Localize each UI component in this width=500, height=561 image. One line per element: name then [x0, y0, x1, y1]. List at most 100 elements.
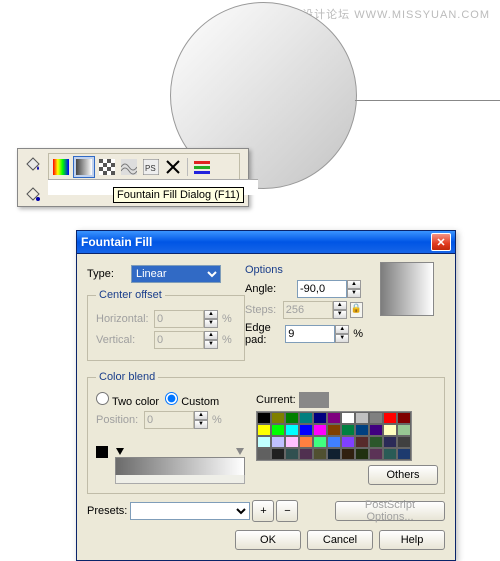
palette-swatch[interactable] — [383, 424, 397, 436]
palette-swatch[interactable] — [257, 448, 271, 460]
palette-swatch[interactable] — [285, 424, 299, 436]
position-spin — [144, 411, 194, 429]
svg-text:PS: PS — [145, 164, 156, 173]
color-blend-legend: Color blend — [96, 371, 158, 383]
fill-type-strip: PS — [48, 153, 240, 181]
texture-fill-icon[interactable] — [119, 157, 139, 177]
titlebar[interactable]: Fountain Fill ✕ — [77, 231, 455, 254]
vertical-label: Vertical: — [96, 334, 154, 346]
two-color-radio[interactable] — [96, 392, 109, 405]
fountain-fill-dialog: Fountain Fill ✕ Type: Linear Center offs… — [76, 230, 456, 561]
palette-swatch[interactable] — [271, 436, 285, 448]
palette-swatch[interactable] — [355, 448, 369, 460]
edgepad-spin[interactable] — [285, 325, 335, 343]
canvas-guide-line — [355, 100, 500, 101]
palette-swatch[interactable] — [397, 448, 411, 460]
horizontal-spin — [154, 310, 204, 328]
palette-swatch[interactable] — [327, 412, 341, 424]
palette-swatch[interactable] — [257, 436, 271, 448]
preset-remove-button[interactable]: − — [276, 500, 298, 522]
horizontal-label: Horizontal: — [96, 313, 154, 325]
palette-swatch[interactable] — [271, 412, 285, 424]
ok-button[interactable]: OK — [235, 530, 301, 550]
palette-swatch[interactable] — [299, 412, 313, 424]
angle-spin[interactable] — [297, 280, 347, 298]
palette-swatch[interactable] — [369, 424, 383, 436]
palette-swatch[interactable] — [313, 412, 327, 424]
palette-swatch[interactable] — [327, 436, 341, 448]
preset-add-button[interactable]: + — [252, 500, 274, 522]
palette-swatch[interactable] — [341, 412, 355, 424]
no-fill-icon[interactable] — [163, 157, 183, 177]
spin-buttons: ▲▼ — [204, 310, 218, 328]
palette-swatch[interactable] — [341, 448, 355, 460]
palette-swatch[interactable] — [299, 424, 313, 436]
palette-swatch[interactable] — [285, 448, 299, 460]
custom-radio-label[interactable]: Custom — [165, 392, 219, 408]
palette-swatch[interactable] — [257, 412, 271, 424]
palette-swatch[interactable] — [313, 424, 327, 436]
color-blend-group: Color blend Two color Custom Position: ▲… — [87, 371, 445, 494]
presets-combo[interactable] — [130, 502, 250, 520]
palette-swatch[interactable] — [257, 424, 271, 436]
palette-swatch[interactable] — [327, 448, 341, 460]
palette-swatch[interactable] — [313, 436, 327, 448]
palette-swatch[interactable] — [355, 436, 369, 448]
node-color-swatch[interactable] — [96, 446, 108, 458]
others-button[interactable]: Others — [368, 465, 438, 485]
palette-swatch[interactable] — [397, 424, 411, 436]
bucket-fill-icon[interactable] — [24, 155, 42, 173]
close-icon[interactable]: ✕ — [431, 233, 451, 251]
steps-spin — [283, 301, 333, 319]
gradient-ramp[interactable] — [115, 457, 245, 477]
palette-swatch[interactable] — [299, 436, 313, 448]
bucket-outline-icon[interactable] — [24, 185, 42, 203]
palette-swatch[interactable] — [285, 436, 299, 448]
postscript-fill-icon[interactable]: PS — [141, 157, 161, 177]
palette-swatch[interactable] — [383, 412, 397, 424]
center-offset-legend: Center offset — [96, 289, 165, 301]
postscript-options-button: PostScript Options... — [335, 501, 445, 521]
palette-swatch[interactable] — [383, 448, 397, 460]
palette-swatch[interactable] — [383, 436, 397, 448]
center-offset-group: Center offset Horizontal: ▲▼ % Vertical:… — [87, 289, 245, 361]
color-palette[interactable] — [256, 411, 412, 461]
current-label: Current: — [256, 394, 296, 406]
palette-swatch[interactable] — [327, 424, 341, 436]
edgepad-label: Edge pad: — [245, 322, 285, 346]
pattern-fill-icon[interactable] — [97, 157, 117, 177]
palette-swatch[interactable] — [285, 412, 299, 424]
palette-swatch[interactable] — [271, 424, 285, 436]
type-combo[interactable]: Linear — [131, 265, 221, 283]
palette-swatch[interactable] — [397, 436, 411, 448]
palette-swatch[interactable] — [299, 448, 313, 460]
palette-swatch[interactable] — [341, 424, 355, 436]
palette-swatch[interactable] — [369, 436, 383, 448]
tooltip: Fountain Fill Dialog (F11) — [113, 187, 244, 203]
palette-swatch[interactable] — [271, 448, 285, 460]
current-swatch[interactable] — [299, 392, 329, 408]
palette-swatch[interactable] — [397, 412, 411, 424]
two-color-radio-label[interactable]: Two color — [96, 392, 159, 408]
palette-swatch[interactable] — [355, 412, 369, 424]
fill-flyout-toolbar: PS Fountain Fill Dialog (F11) — [17, 148, 249, 207]
palette-swatch[interactable] — [313, 448, 327, 460]
cancel-button[interactable]: Cancel — [307, 530, 373, 550]
palette-swatch[interactable] — [369, 412, 383, 424]
dialog-title: Fountain Fill — [81, 235, 152, 249]
help-button[interactable]: Help — [379, 530, 445, 550]
fill-dialog-icon[interactable] — [192, 157, 212, 177]
palette-swatch[interactable] — [355, 424, 369, 436]
palette-swatch[interactable] — [341, 436, 355, 448]
custom-radio[interactable] — [165, 392, 178, 405]
position-label: Position: — [96, 414, 144, 426]
type-label: Type: — [87, 268, 131, 280]
palette-swatch[interactable] — [369, 448, 383, 460]
lock-icon[interactable]: 🔒 — [350, 302, 363, 318]
uniform-fill-icon[interactable] — [51, 157, 71, 177]
gradient-marker-end[interactable] — [236, 448, 244, 455]
options-legend: Options — [245, 264, 363, 276]
presets-label: Presets: — [87, 505, 127, 517]
gradient-marker-start[interactable] — [116, 448, 124, 455]
fountain-fill-icon[interactable] — [73, 156, 95, 178]
